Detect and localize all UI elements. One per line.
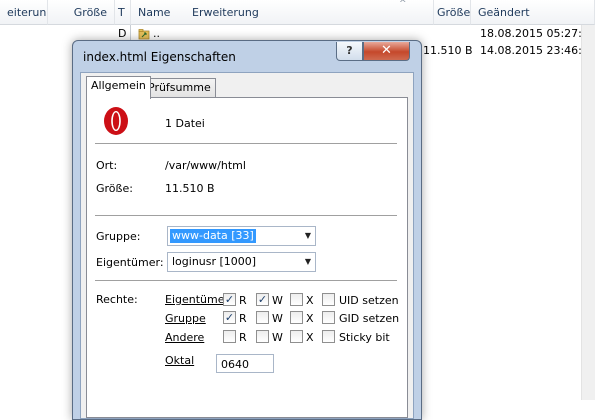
column-header-label: T bbox=[118, 6, 125, 19]
location-label: Ort: bbox=[96, 159, 118, 172]
help-icon: ? bbox=[346, 44, 353, 57]
owner-read-label: R bbox=[239, 294, 247, 307]
row-parent-dir-name[interactable]: .. bbox=[153, 27, 160, 40]
dialog-titlebar[interactable]: index.html Eigenschaften ? ✕ bbox=[73, 41, 421, 73]
row-file-size: 11.510 B bbox=[423, 44, 473, 57]
column-header-name-label: Name bbox=[138, 6, 171, 19]
column-header-extension-label: Erweiterung bbox=[192, 6, 259, 19]
other-write-label: W bbox=[272, 331, 283, 344]
separator bbox=[95, 215, 397, 216]
left-row-1-type: D bbox=[118, 27, 127, 40]
group-rights-label: Gruppe bbox=[165, 312, 206, 325]
sticky-bit-checkbox[interactable] bbox=[322, 330, 335, 343]
size-value: 11.510 B bbox=[165, 182, 215, 195]
size-label: Größe: bbox=[96, 182, 133, 195]
setgid-checkbox[interactable] bbox=[322, 311, 335, 324]
separator bbox=[95, 143, 397, 144]
group-exec-checkbox[interactable] bbox=[290, 311, 303, 324]
group-label: Gruppe: bbox=[96, 230, 141, 243]
close-button[interactable]: ✕ bbox=[363, 42, 410, 61]
other-read-label: R bbox=[239, 331, 247, 344]
separator bbox=[95, 280, 397, 281]
tab-pruefsumme[interactable]: Prüfsumme bbox=[143, 78, 216, 98]
location-value: /var/www/html bbox=[165, 159, 246, 172]
other-exec-checkbox[interactable] bbox=[290, 330, 303, 343]
tab-allgemein[interactable]: Allgemein bbox=[86, 76, 151, 99]
sticky-bit-label: Sticky bit bbox=[339, 331, 390, 344]
other-rights-label: Andere bbox=[165, 331, 205, 344]
close-icon: ✕ bbox=[381, 43, 392, 58]
column-header-extension-left[interactable]: eiterung bbox=[0, 0, 48, 25]
column-header-label: Größe bbox=[73, 6, 107, 19]
group-select-value: www-data [33] bbox=[170, 229, 256, 243]
column-header-label: eiterung bbox=[7, 6, 47, 19]
column-header-modified[interactable]: Geändert bbox=[471, 0, 595, 25]
opera-icon bbox=[104, 107, 128, 135]
owner-exec-checkbox[interactable] bbox=[290, 293, 303, 306]
owner-exec-label: X bbox=[306, 294, 314, 307]
dialog-title: index.html Eigenschaften bbox=[83, 50, 236, 64]
setuid-label: UID setzen bbox=[339, 294, 399, 307]
octal-input-value: 0640 bbox=[221, 358, 249, 371]
chevron-down-icon: ▼ bbox=[304, 257, 311, 266]
column-header-label: Größe bbox=[437, 6, 471, 19]
vertical-scrollbar[interactable] bbox=[581, 25, 595, 400]
owner-rights-label: Eigentümer bbox=[165, 293, 230, 306]
group-exec-label: X bbox=[306, 312, 314, 325]
folder-up-icon bbox=[138, 29, 150, 40]
other-exec-label: X bbox=[306, 331, 314, 344]
sort-ascending-icon: ^ bbox=[399, 0, 407, 9]
row-parent-dir-modified: 18.08.2015 05:27:34 bbox=[480, 27, 595, 40]
owner-read-checkbox[interactable]: ✓ bbox=[223, 293, 236, 306]
group-read-label: R bbox=[239, 312, 247, 325]
help-button[interactable]: ? bbox=[336, 42, 363, 61]
column-header-label: Geändert bbox=[478, 6, 530, 19]
owner-write-label: W bbox=[272, 294, 283, 307]
row-file-modified: 14.08.2015 23:46:56 bbox=[480, 44, 595, 57]
setuid-checkbox[interactable] bbox=[322, 293, 335, 306]
octal-input[interactable]: 0640 bbox=[216, 354, 274, 373]
column-header-size-left[interactable]: Größe bbox=[48, 0, 115, 25]
other-read-checkbox[interactable] bbox=[223, 330, 236, 343]
group-select[interactable]: www-data [33] ▼ bbox=[167, 226, 316, 246]
column-header-name[interactable]: Name Erweiterung ^ bbox=[131, 0, 434, 25]
column-header-size[interactable]: Größe bbox=[434, 0, 471, 25]
column-header-type-left[interactable]: T bbox=[115, 0, 131, 25]
owner-select-value: loginusr [1000] bbox=[172, 255, 257, 268]
setgid-label: GID setzen bbox=[339, 312, 400, 325]
group-read-checkbox[interactable]: ✓ bbox=[223, 311, 236, 324]
rights-label: Rechte: bbox=[96, 293, 138, 306]
group-write-label: W bbox=[272, 312, 283, 325]
dialog-client-area: Allgemein Prüfsumme 1 Datei Ort: /var/ww… bbox=[80, 72, 414, 419]
owner-select[interactable]: loginusr [1000] ▼ bbox=[167, 252, 316, 272]
octal-label: Oktal bbox=[165, 354, 195, 367]
chevron-down-icon: ▼ bbox=[304, 231, 311, 240]
owner-label: Eigentümer: bbox=[96, 256, 164, 269]
properties-dialog: index.html Eigenschaften ? ✕ Allgemein P… bbox=[72, 40, 422, 420]
file-count: 1 Datei bbox=[165, 117, 205, 130]
group-write-checkbox[interactable] bbox=[256, 311, 269, 324]
owner-write-checkbox[interactable]: ✓ bbox=[256, 293, 269, 306]
other-write-checkbox[interactable] bbox=[256, 330, 269, 343]
